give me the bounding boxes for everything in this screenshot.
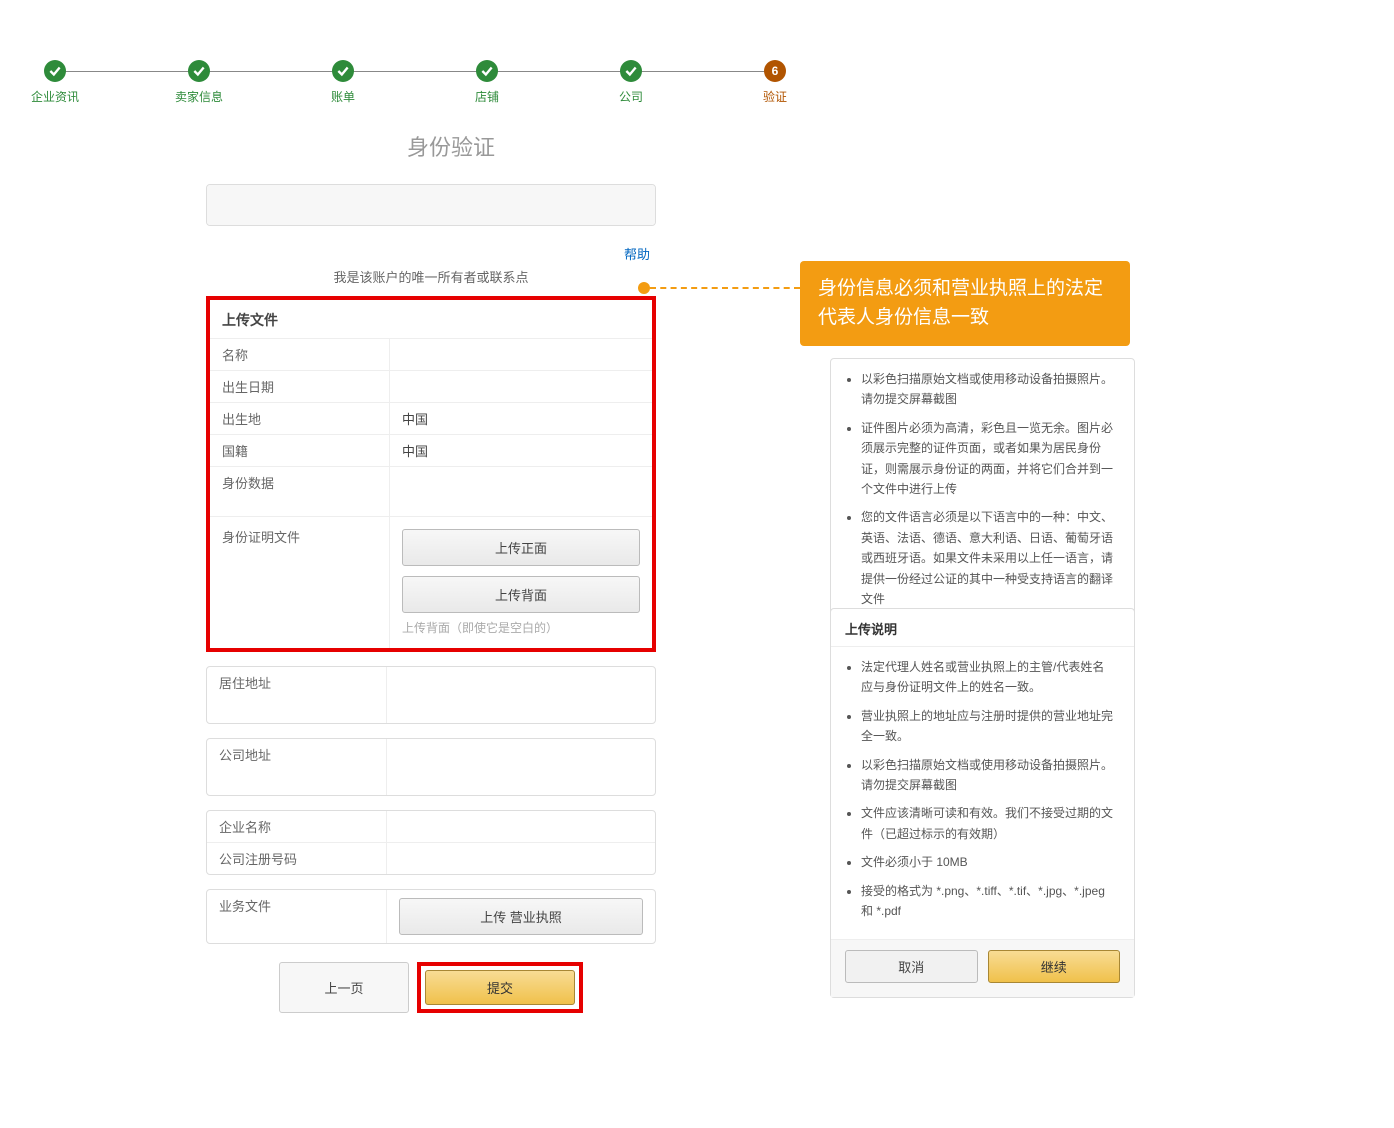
- help-link[interactable]: 帮助: [624, 247, 650, 262]
- help-link-row: 帮助: [206, 240, 656, 263]
- step-label: 账单: [331, 88, 355, 105]
- step-label: 店铺: [475, 88, 499, 105]
- upload-back-hint: 上传背面（即使它是空白的）: [402, 619, 640, 636]
- info-bullet: 营业执照上的地址应与注册时提供的营业地址完全一致。: [861, 706, 1116, 747]
- company-info-card: 企业名称 公司注册号码: [206, 810, 656, 875]
- callout-dashed-line: [650, 287, 800, 289]
- biz-doc-card: 业务文件 上传 营业执照: [206, 889, 656, 944]
- field-label-id-data: 身份数据: [210, 467, 390, 516]
- field-dob: 出生日期: [210, 370, 652, 402]
- company-reg-value: [387, 843, 655, 874]
- step-verify: 6 验证: [750, 60, 800, 105]
- field-name: 名称: [210, 338, 652, 370]
- info-bullet: 您的文件语言必须是以下语言中的一种：中文、英语、法语、德语、意大利语、日语、葡萄…: [861, 507, 1116, 609]
- card-header-blank: [207, 185, 655, 225]
- upload-front-button[interactable]: 上传正面: [402, 529, 640, 566]
- bottom-cancel-button[interactable]: 取消: [845, 950, 978, 983]
- bottom-continue-button[interactable]: 继续: [988, 950, 1121, 983]
- step-current-num: 6: [764, 60, 786, 82]
- info-bottom-title: 上传说明: [831, 609, 1134, 647]
- field-value-nationality: 中国: [390, 435, 652, 466]
- step-check-icon: [188, 60, 210, 82]
- company-address-card: 公司地址: [206, 738, 656, 796]
- step-check-icon: [620, 60, 642, 82]
- company-name-value: [387, 811, 655, 842]
- residence-address-label: 居住地址: [207, 667, 387, 723]
- step-check-icon: [332, 60, 354, 82]
- step-label: 卖家信息: [175, 88, 223, 105]
- info-bullet: 证件图片必须为高清，彩色且一览无余。图片必须展示完整的证件页面，或者如果为居民身…: [861, 418, 1116, 500]
- field-label-name: 名称: [210, 339, 390, 370]
- page-title: 身份验证: [246, 130, 656, 162]
- company-reg-label: 公司注册号码: [207, 843, 387, 874]
- callout-dot-icon: [638, 282, 650, 294]
- field-value-dob: [390, 371, 652, 402]
- info-bullet: 以彩色扫描原始文档或使用移动设备拍摄照片。请勿提交屏幕截图: [861, 755, 1116, 796]
- step-company-info: 企业资讯: [30, 60, 80, 105]
- step-billing: 账单: [318, 60, 368, 105]
- info-bullet: 文件应该清晰可读和有效。我们不接受过期的文件（已超过标示的有效期）: [861, 803, 1116, 844]
- id-doc-label: 身份证明文件: [210, 517, 390, 648]
- step-check-icon: [476, 60, 498, 82]
- info-bottom-buttons: 取消 继续: [831, 939, 1134, 997]
- field-value-id-data: [390, 467, 652, 516]
- step-label: 企业资讯: [31, 88, 79, 105]
- residence-address-value: [387, 667, 655, 723]
- upload-section-highlight: 上传文件 名称 出生日期 出生地 中国 国籍 中国 身份数据 身份证明文件 上传…: [206, 296, 656, 652]
- owner-statement: 我是该账户的唯一所有者或联系点: [206, 263, 656, 296]
- top-card: [206, 184, 656, 226]
- upload-license-button[interactable]: 上传 营业执照: [399, 898, 643, 935]
- field-id-data: 身份数据: [210, 466, 652, 516]
- field-value-name: [390, 339, 652, 370]
- field-label-nationality: 国籍: [210, 435, 390, 466]
- step-seller-info: 卖家信息: [174, 60, 224, 105]
- field-label-dob: 出生日期: [210, 371, 390, 402]
- field-value-birthplace: 中国: [390, 403, 652, 434]
- field-label-birthplace: 出生地: [210, 403, 390, 434]
- biz-doc-label: 业务文件: [207, 890, 387, 943]
- submit-button[interactable]: 提交: [425, 970, 575, 1005]
- step-company: 公司: [606, 60, 656, 105]
- id-doc-upload: 身份证明文件 上传正面 上传背面 上传背面（即使它是空白的）: [210, 516, 652, 648]
- stepper-line: [55, 71, 775, 72]
- field-birthplace: 出生地 中国: [210, 402, 652, 434]
- residence-address-card: 居住地址: [206, 666, 656, 724]
- step-label: 公司: [619, 88, 643, 105]
- upload-section-title: 上传文件: [210, 300, 652, 338]
- bottom-button-row: 上一页 提交: [206, 962, 656, 1013]
- company-name-label: 企业名称: [207, 811, 387, 842]
- field-nationality: 国籍 中国: [210, 434, 652, 466]
- callout-tooltip: 身份信息必须和营业执照上的法定代表人身份信息一致: [800, 261, 1130, 346]
- info-bullet: 接受的格式为 *.png、*.tiff、*.tif、*.jpg、*.jpeg 和…: [861, 881, 1116, 922]
- info-panel-bottom: 上传说明 法定代理人姓名或营业执照上的主管/代表姓名应与身份证明文件上的姓名一致…: [830, 608, 1135, 998]
- progress-stepper: 企业资讯 卖家信息 账单 店铺 公司 6 验证: [30, 60, 800, 105]
- step-store: 店铺: [462, 60, 512, 105]
- prev-button[interactable]: 上一页: [279, 962, 409, 1013]
- company-address-label: 公司地址: [207, 739, 387, 795]
- info-bottom-list: 法定代理人姓名或营业执照上的主管/代表姓名应与身份证明文件上的姓名一致。 营业执…: [831, 647, 1134, 939]
- info-bullet: 法定代理人姓名或营业执照上的主管/代表姓名应与身份证明文件上的姓名一致。: [861, 657, 1116, 698]
- form-column: 身份验证 帮助 我是该账户的唯一所有者或联系点 上传文件 名称 出生日期 出生地…: [206, 130, 656, 1013]
- submit-highlight: 提交: [417, 962, 583, 1013]
- info-bullet: 以彩色扫描原始文档或使用移动设备拍摄照片。请勿提交屏幕截图: [861, 369, 1116, 410]
- upload-back-button[interactable]: 上传背面: [402, 576, 640, 613]
- company-address-value: [387, 739, 655, 795]
- step-label: 验证: [763, 88, 787, 105]
- info-bullet: 文件必须小于 10MB: [861, 852, 1116, 872]
- step-check-icon: [44, 60, 66, 82]
